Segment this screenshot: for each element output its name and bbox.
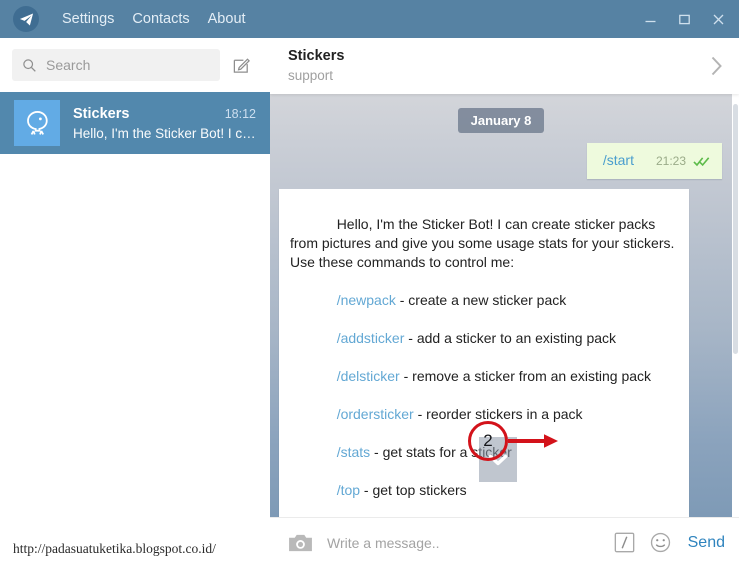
command-delsticker[interactable]: /delsticker (337, 368, 400, 384)
send-button[interactable]: Send (688, 534, 725, 552)
sidebar-chat-preview: Hello, I'm the Sticker Bot! I ca... (73, 125, 256, 141)
sidebar-chat-line-top: Stickers 18:12 (73, 106, 256, 122)
close-icon[interactable] (701, 0, 735, 38)
search-row: Search (0, 38, 270, 92)
search-icon (23, 58, 36, 72)
watermark-url: http://padasuatuketika.blogspot.co.id/ (13, 541, 216, 556)
chat-header-title: Stickers (288, 48, 345, 64)
compose-pencil-icon[interactable] (224, 49, 258, 81)
double-check-icon (693, 156, 710, 167)
message-bubble-start[interactable]: /start 21:23 (586, 143, 722, 179)
sticker-bot-duck-avatar (14, 100, 60, 146)
camera-icon[interactable] (284, 527, 316, 559)
menu-bar: Settings Contacts About (53, 7, 255, 31)
sidebar-chat-time: 18:12 (224, 106, 256, 121)
emoji-smiley-icon[interactable] (646, 528, 676, 558)
sidebar-chat-text: Stickers 18:12 Hello, I'm the Sticker Bo… (73, 106, 256, 141)
maximize-icon[interactable] (667, 0, 701, 38)
chat-header: Stickers support (270, 38, 739, 94)
command-newpack-desc: - create a new sticker pack (395, 292, 567, 308)
date-divider: January 8 (270, 108, 732, 133)
chat-pane: Stickers support January 8 /start 21:23 (270, 38, 739, 567)
command-newpack[interactable]: /newpack (337, 292, 396, 308)
compose-bar: Write a message.. Send (270, 517, 739, 567)
window-controls (633, 0, 739, 38)
command-ordersticker[interactable]: /ordersticker (337, 406, 414, 422)
chat-header-texts: Stickers support (288, 48, 344, 84)
menu-contacts[interactable]: Contacts (123, 7, 198, 31)
scrollbar-thumb[interactable] (733, 104, 738, 354)
sidebar-chat-name: Stickers (73, 105, 130, 122)
search-placeholder: Search (46, 57, 91, 73)
message-input[interactable]: Write a message.. (327, 535, 610, 551)
command-delsticker-desc: - remove a sticker from an existing pack (399, 368, 652, 384)
command-ordersticker-desc: - reorder stickers in a pack (413, 406, 583, 422)
menu-about[interactable]: About (199, 7, 255, 31)
sidebar-chat-stickers[interactable]: Stickers 18:12 Hello, I'm the Sticker Bo… (0, 92, 270, 154)
message-paragraph: Hello, I'm the Sticker Bot! I can create… (290, 216, 679, 270)
message-command[interactable]: /start (603, 151, 634, 170)
message-row: /start 21:23 (270, 143, 732, 179)
menu-settings[interactable]: Settings (53, 7, 123, 31)
annotation-step-2: 2 (468, 421, 508, 461)
title-bar: Settings Contacts About (0, 0, 739, 38)
message-time: 21:23 (655, 154, 686, 168)
search-input[interactable]: Search (12, 49, 220, 81)
sidebar: Search Stickers 18:12 Hello, I'm the Sti… (0, 38, 270, 567)
chat-header-subtitle: support (288, 68, 334, 83)
telegram-paper-plane-icon (13, 6, 39, 32)
command-addsticker[interactable]: /addsticker (337, 330, 405, 346)
telegram-desktop-window: Settings Contacts About Search Stickers … (0, 0, 739, 567)
message-meta: 21:23 (656, 152, 710, 171)
command-top[interactable]: /top (337, 482, 360, 498)
command-stats[interactable]: /stats (337, 444, 370, 460)
message-list-scrollbar[interactable] (732, 94, 739, 517)
command-addsticker-desc: - add a sticker to an existing pack (404, 330, 617, 346)
date-pill-label: January 8 (457, 108, 545, 133)
command-top-desc: - get top stickers (360, 482, 467, 498)
slash-command-icon[interactable] (610, 528, 640, 558)
chevron-right-icon[interactable] (708, 54, 725, 78)
annotation-arrow-icon (508, 434, 558, 448)
minimize-icon[interactable] (633, 0, 667, 38)
